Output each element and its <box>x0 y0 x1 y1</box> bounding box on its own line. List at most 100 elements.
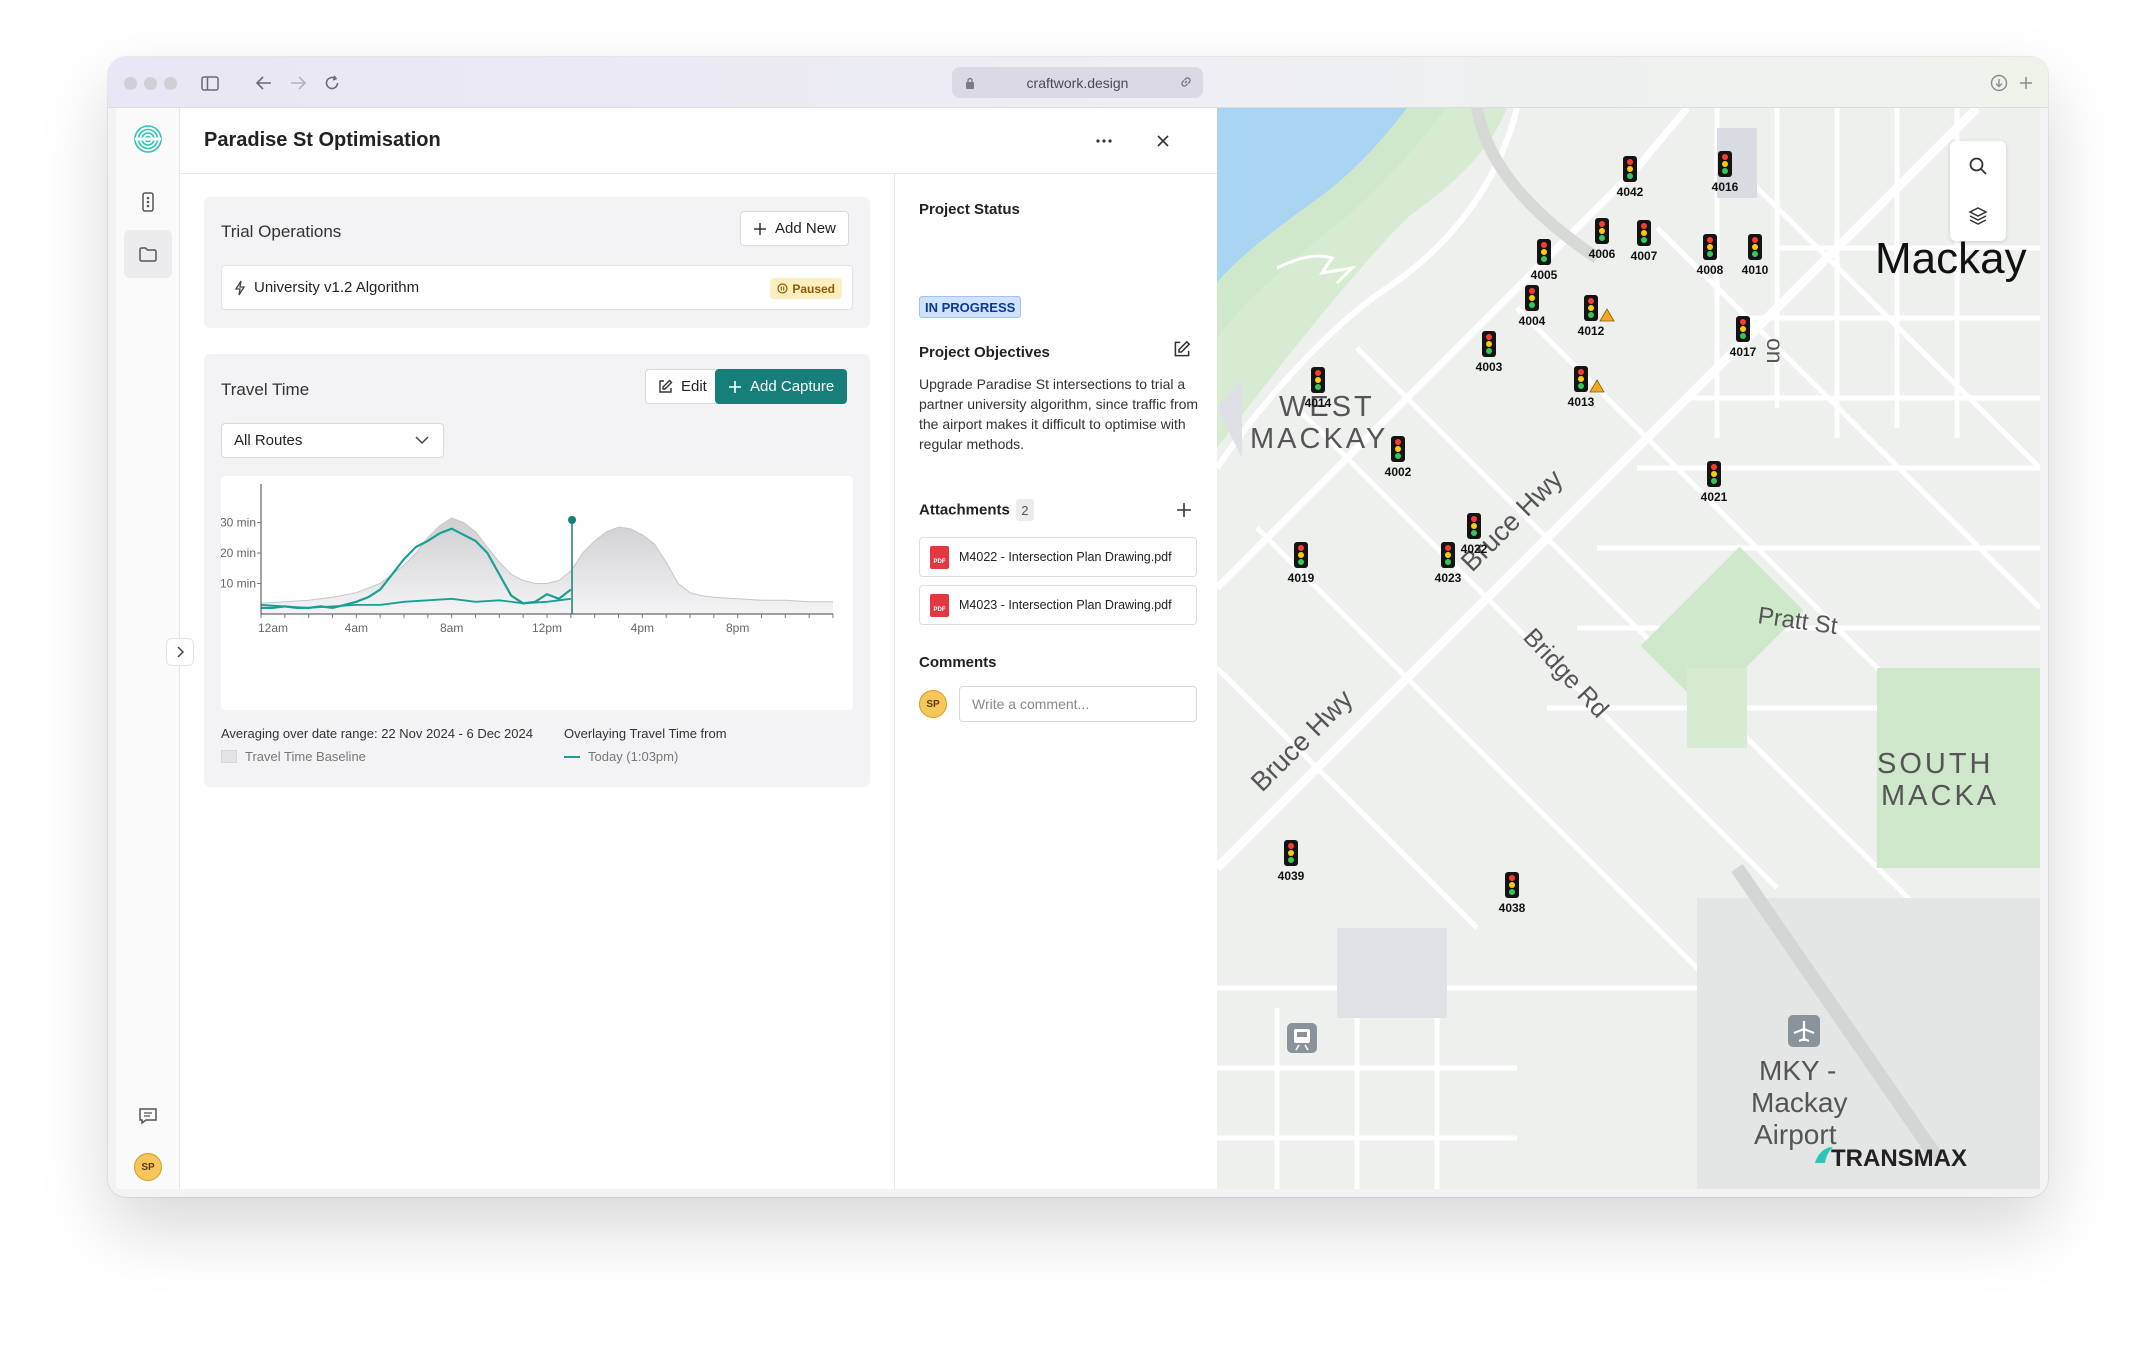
plus-icon <box>729 380 741 393</box>
chevron-down-icon <box>415 436 429 445</box>
add-new-label: Add New <box>775 220 836 237</box>
traffic-signal-id: 4007 <box>1631 249 1658 263</box>
traffic-signal-id: 4019 <box>1288 571 1315 585</box>
paused-status-badge: Paused <box>770 278 842 299</box>
traffic-signal-id: 4002 <box>1385 465 1412 479</box>
map-label-airport: Airport <box>1754 1119 1837 1150</box>
travel-time-title: Travel Time <box>221 380 310 399</box>
add-new-button[interactable]: Add New <box>740 211 849 246</box>
trial-operations-card: Trial Operations Add New University v1.2… <box>204 197 870 328</box>
airport-icon <box>1788 1015 1820 1047</box>
attachments-count: 2 <box>1015 499 1034 521</box>
traffic-signal-id: 4042 <box>1617 185 1644 199</box>
add-attachment-icon[interactable] <box>1176 502 1192 523</box>
x-tick-label: 8pm <box>726 621 749 635</box>
trial-operation-name: University v1.2 Algorithm <box>254 279 420 296</box>
map-label-airport-code: MKY - <box>1759 1055 1836 1086</box>
comment-avatar: SP <box>919 690 947 718</box>
lightning-icon <box>234 280 246 295</box>
project-objectives-label: Project Objectives <box>919 344 1050 361</box>
map-label-south-mackay: MACKA <box>1881 780 1999 812</box>
x-tick-label: 8am <box>440 621 463 635</box>
more-options-button[interactable] <box>1090 127 1118 155</box>
map-view[interactable]: WEST MACKAY SOUTH MACKA Mackay Pratt St … <box>1217 108 2040 1189</box>
edit-icon <box>659 379 673 393</box>
map-label-airport-name: Mackay <box>1751 1087 1847 1118</box>
link-icon[interactable] <box>1179 75 1193 92</box>
x-tick-label: 4am <box>345 621 368 635</box>
search-icon <box>1969 157 1987 175</box>
traffic-signal-id: 4023 <box>1435 571 1462 585</box>
window-zoom-dot[interactable] <box>164 77 177 90</box>
browser-window: craftwork.design SP Paradise St Optimisa… <box>108 57 2048 1197</box>
attachments-label: Attachments <box>919 501 1010 519</box>
traffic-signal-id: 4039 <box>1278 869 1305 883</box>
rail-feedback-button[interactable] <box>124 1092 172 1140</box>
project-status-label: Project Status <box>919 201 1020 218</box>
user-avatar: SP <box>134 1153 162 1181</box>
app: SP Paradise St Optimisation Trial Operat… <box>116 108 2040 1189</box>
traffic-signal-id: 4012 <box>1578 324 1605 338</box>
close-panel-button[interactable] <box>1149 127 1177 155</box>
window-close-dot[interactable] <box>124 77 137 90</box>
traffic-signal-id: 4013 <box>1568 395 1595 409</box>
train-station-icon <box>1287 1023 1317 1053</box>
y-tick-label: 20 min <box>221 546 256 560</box>
rail-traffic-signal-button[interactable] <box>124 178 172 226</box>
project-objectives-text: Upgrade Paradise St intersections to tri… <box>919 376 1199 452</box>
attachment-name: M4022 - Intersection Plan Drawing.pdf <box>959 550 1172 564</box>
plus-icon <box>754 222 766 235</box>
traffic-signal-id: 4017 <box>1730 345 1757 359</box>
comment-input[interactable]: Write a comment... <box>959 686 1197 722</box>
map-layers-button[interactable] <box>1950 191 2006 241</box>
map-search-button[interactable] <box>1950 141 2006 191</box>
traffic-signal-id: 4022 <box>1461 542 1488 556</box>
address-bar[interactable]: craftwork.design <box>952 67 1203 98</box>
transmax-brand: TRANSMAX <box>1831 1145 1967 1172</box>
trial-operation-item[interactable]: University v1.2 Algorithm Paused <box>221 265 853 310</box>
time-cursor-dot <box>568 516 577 524</box>
attachment-item[interactable]: PDF M4022 - Intersection Plan Drawing.pd… <box>919 537 1197 577</box>
pause-circle-icon <box>777 283 788 294</box>
attachments-header: Attachments 2 <box>919 499 1034 521</box>
traffic-light-icon <box>142 192 154 212</box>
add-capture-button[interactable]: Add Capture <box>715 369 848 404</box>
download-icon[interactable] <box>1985 69 2013 97</box>
traffic-signal-id: 4010 <box>1742 263 1769 277</box>
traffic-signal-id: 4014 <box>1305 396 1332 410</box>
traffic-signal-id: 4038 <box>1499 901 1526 915</box>
edit-button[interactable]: Edit <box>645 369 720 404</box>
route-select[interactable]: All Routes <box>221 423 444 458</box>
baseline-legend-item: Travel Time Baseline <box>245 749 366 764</box>
rail-user-avatar-button[interactable]: SP <box>124 1143 172 1191</box>
details-column: Project Status IN PROGRESS Project Objec… <box>895 174 1217 1189</box>
traffic-signal-id: 4005 <box>1531 268 1558 282</box>
reload-icon[interactable] <box>318 69 346 97</box>
attachment-item[interactable]: PDF M4023 - Intersection Plan Drawing.pd… <box>919 585 1197 625</box>
traffic-signal-id: 4016 <box>1712 180 1739 194</box>
url-text: craftwork.design <box>1026 74 1129 91</box>
window-minimize-dot[interactable] <box>144 77 157 90</box>
edit-objectives-icon[interactable] <box>1173 340 1191 363</box>
baseline-legend-title: Averaging over date range: 22 Nov 2024 -… <box>221 726 533 741</box>
map-label-partial-street: on <box>1762 338 1788 364</box>
traffic-signal-id: 4003 <box>1476 360 1503 374</box>
rail-projects-button[interactable] <box>124 230 172 278</box>
status-badge: IN PROGRESS <box>919 296 1022 318</box>
traffic-signal-id: 4004 <box>1519 314 1546 328</box>
pdf-icon: PDF <box>930 545 949 569</box>
panel-header: Paradise St Optimisation <box>180 108 1217 174</box>
back-arrow-icon[interactable] <box>250 69 278 97</box>
sidebar-toggle-icon[interactable] <box>196 69 224 97</box>
layers-icon <box>1968 207 1988 225</box>
map-canvas[interactable]: WEST MACKAY SOUTH MACKA Mackay Pratt St … <box>1217 108 2040 1189</box>
message-icon <box>139 1108 157 1125</box>
travel-time-chart: 12am 4am 8am 12pm 4pm 8pm 10 min 20 min 30 min <box>220 476 853 710</box>
travel-time-card: Travel Time Edit Add Capture All Routes … <box>204 354 870 787</box>
comments-label: Comments <box>919 654 997 671</box>
forward-arrow-icon[interactable] <box>284 69 312 97</box>
overlay-legend-item: Today (1:03pm) <box>588 749 679 764</box>
traffic-signal-id: 4021 <box>1701 490 1728 504</box>
ellipsis-icon <box>1096 139 1112 143</box>
new-tab-plus-icon[interactable] <box>2012 69 2040 97</box>
